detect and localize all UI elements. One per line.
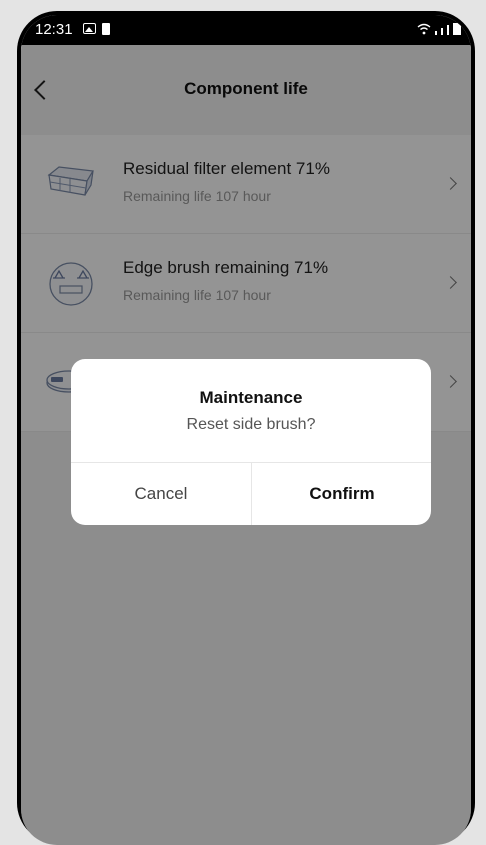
- signal-bar-icon: [435, 31, 437, 35]
- signal-bar-icon: [447, 25, 449, 35]
- confirm-button[interactable]: Confirm: [252, 463, 431, 525]
- wifi-icon: [417, 23, 431, 35]
- maintenance-dialog: Maintenance Reset side brush? Cancel Con…: [71, 359, 431, 525]
- signal-bar-icon: [441, 28, 443, 35]
- cancel-button[interactable]: Cancel: [71, 463, 251, 525]
- status-time: 12:31: [35, 21, 73, 38]
- status-bar: 12:31: [21, 15, 471, 45]
- dialog-title: Maintenance: [199, 388, 303, 407]
- dialog-message: Reset side brush?: [186, 416, 316, 433]
- battery-icon: [453, 23, 461, 35]
- phone-frame: 12:31 Component life Residual filter ele…: [17, 11, 475, 845]
- status-right-icons: [417, 23, 461, 35]
- battery-notification-icon: [102, 23, 110, 35]
- status-notification-icons: [83, 23, 110, 35]
- app-screen: 12:31 Component life Residual filter ele…: [21, 15, 471, 845]
- image-notification-icon: [83, 23, 96, 34]
